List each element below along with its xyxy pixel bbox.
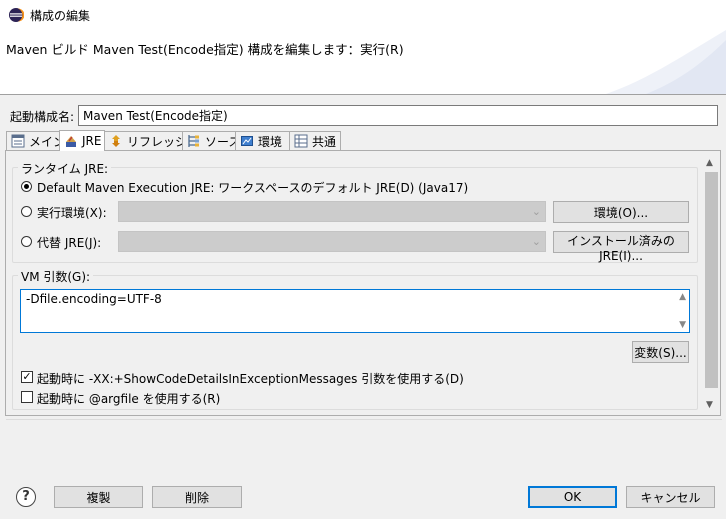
tab-source[interactable]: ソース	[182, 131, 240, 150]
argfile-checkbox[interactable]	[21, 391, 33, 403]
tab-label: 共通	[312, 134, 337, 149]
footer-separator	[6, 419, 722, 420]
installed-jre-button[interactable]: インストール済みの JRE(I)...	[553, 231, 689, 263]
default-jre-radio[interactable]	[21, 181, 32, 192]
alt-jre-select[interactable]: ⌄	[118, 231, 546, 252]
scroll-up-icon[interactable]: ▲	[679, 292, 686, 302]
header-separator	[0, 94, 726, 95]
show-code-details-label[interactable]: 起動時に -XX:+ShowCodeDetailsInExceptionMess…	[37, 370, 464, 387]
help-icon[interactable]: ?	[16, 487, 36, 507]
vm-args-textarea[interactable]: -Dfile.encoding=UTF-8 ▲ ▼	[20, 289, 690, 333]
delete-button[interactable]: 削除	[152, 486, 242, 508]
eclipse-icon	[9, 8, 24, 22]
default-jre-label[interactable]: Default Maven Execution JRE: ワークスペースのデフォ…	[37, 179, 468, 196]
scroll-up-icon[interactable]: ▲	[706, 158, 713, 168]
main-tab-icon	[11, 134, 25, 148]
scroll-down-icon[interactable]: ▼	[679, 320, 686, 330]
duplicate-button[interactable]: 複製	[54, 486, 143, 508]
tab-label: 環境	[258, 134, 283, 149]
variables-button[interactable]: 変数(S)...	[632, 341, 689, 363]
scroll-down-icon[interactable]: ▼	[706, 400, 713, 410]
exec-env-radio[interactable]	[21, 206, 32, 217]
tab-main[interactable]: メイン	[6, 131, 65, 150]
cancel-button[interactable]: キャンセル	[626, 486, 715, 508]
refresh-icon	[112, 135, 120, 147]
vm-args-group-label: VM 引数(G):	[18, 268, 94, 285]
ok-button[interactable]: OK	[528, 486, 617, 508]
tab-refresh[interactable]: リフレッシュ	[104, 131, 199, 150]
scrollbar-thumb[interactable]	[705, 172, 718, 388]
header-message: Maven ビルド Maven Test(Encode指定) 構成を編集します：…	[6, 42, 404, 57]
chevron-down-icon: ⌄	[531, 235, 541, 248]
argfile-label[interactable]: 起動時に @argfile を使用する(R)	[37, 390, 220, 407]
tab-common[interactable]: 共通	[289, 131, 341, 150]
source-icon	[188, 135, 199, 147]
runtime-jre-group-label: ランタイム JRE:	[18, 160, 112, 177]
header-decoration	[606, 30, 726, 94]
environment-button[interactable]: 環境(O)...	[553, 201, 689, 223]
config-name-input[interactable]	[78, 105, 718, 126]
config-name-label: 起動構成名:	[10, 110, 75, 124]
alt-jre-radio[interactable]	[21, 236, 32, 247]
chevron-down-icon: ⌄	[531, 205, 541, 218]
alt-jre-label[interactable]: 代替 JRE(J):	[37, 234, 101, 251]
common-icon	[294, 134, 308, 148]
show-code-details-checkbox[interactable]: ✓	[21, 371, 33, 383]
tab-label: JRE	[82, 134, 102, 148]
window-title: 構成の編集	[30, 9, 91, 23]
vm-args-value: -Dfile.encoding=UTF-8	[26, 292, 162, 306]
dialog-header: Maven ビルド Maven Test(Encode指定) 構成を編集します：…	[0, 30, 726, 94]
tab-environment[interactable]: 環境	[235, 131, 290, 150]
tab-jre[interactable]: JRE	[59, 130, 105, 151]
exec-env-select[interactable]: ⌄	[118, 201, 546, 222]
jre-icon	[66, 136, 76, 147]
exec-env-label[interactable]: 実行環境(X):	[37, 204, 107, 221]
environment-icon	[241, 136, 253, 146]
title-bar	[0, 0, 726, 30]
